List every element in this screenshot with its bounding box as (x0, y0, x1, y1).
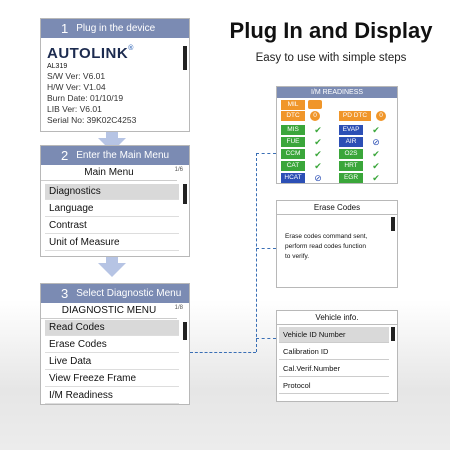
step3-panel: 3 Select Diagnostic Menu DIAGNOSTIC MENU… (40, 283, 190, 405)
step1-panel: 1 Plug in the device AUTOLINK® AL319 S/W… (40, 18, 190, 132)
check-icon: ✔ (314, 149, 322, 159)
step1-header: 1 Plug in the device (41, 19, 189, 38)
step2-scrollbar[interactable] (183, 184, 187, 204)
menu-item-live-data[interactable]: Live Data (45, 354, 179, 370)
monitor-mis: MIS (281, 125, 305, 135)
erase-message-line: Erase codes command sent, (285, 233, 368, 240)
vehicle-item-protocol[interactable]: Protocol (279, 378, 389, 394)
info-line: LIB Ver: V6.01 (47, 104, 102, 114)
monitor-air: AIR (339, 137, 363, 147)
monitor-evap: EVAP (339, 125, 363, 135)
menu-item-erase-codes[interactable]: Erase Codes (45, 337, 179, 353)
model-label: AL319 (47, 63, 68, 70)
step2-header: 2 Enter the Main Menu (41, 146, 189, 165)
check-icon: ✔ (372, 125, 380, 135)
vehicle-info-title: Vehicle info. (277, 311, 397, 325)
step2-number: 2 (61, 148, 69, 163)
im-readiness-panel: I/M READINESS MIL DTC 0 PD DTC 0 MIS ✔ E… (276, 86, 398, 184)
step2-panel: 2 Enter the Main Menu Main Menu 1/6 Diag… (40, 145, 190, 257)
connector-line (256, 248, 276, 249)
brand-logo: AUTOLINK® (47, 45, 134, 62)
check-icon: ✔ (372, 161, 380, 171)
step2-label: Enter the Main Menu (76, 150, 170, 161)
device-info: S/W Ver: V6.01 H/W Ver: V1.04 Burn Date:… (47, 71, 136, 126)
page-subline: Easy to use with simple steps (255, 52, 407, 64)
step3-header: 3 Select Diagnostic Menu (41, 284, 189, 303)
dtc-count: 0 (310, 111, 320, 121)
erase-message-line: perform read codes function (285, 243, 366, 250)
mil-label: MIL (281, 100, 305, 110)
pd-dtc-count: 0 (376, 111, 386, 121)
engine-icon (308, 100, 322, 109)
monitor-hcat: HCAT (281, 173, 305, 183)
step1-scrollbar[interactable] (183, 46, 187, 70)
info-line: Burn Date: 01/10/19 (47, 93, 124, 103)
monitor-ccm: CCM (281, 149, 305, 159)
pd-dtc-label: PD DTC (339, 111, 371, 121)
na-icon: ⊘ (372, 137, 380, 147)
step3-label: Select Diagnostic Menu (76, 288, 182, 299)
connector-line (256, 153, 257, 352)
erase-scrollbar[interactable] (391, 217, 395, 231)
erase-codes-title: Erase Codes (277, 201, 397, 215)
menu-item-im-readiness[interactable]: I/M Readiness (45, 388, 179, 404)
monitor-egr: EGR (339, 173, 363, 183)
down-arrow (98, 263, 126, 277)
page-indicator: 1/8 (174, 305, 183, 311)
connector-line (190, 352, 256, 353)
check-icon: ✔ (314, 125, 322, 135)
page-headline: Plug In and Display (229, 18, 433, 43)
connector-line (256, 338, 276, 339)
erase-codes-panel: Erase Codes Erase codes command sent, pe… (276, 200, 398, 288)
menu-item-diagnostics[interactable]: Diagnostics (45, 184, 179, 200)
info-line: S/W Ver: V6.01 (47, 71, 106, 81)
diagnostic-menu-title: DIAGNOSTIC MENU (41, 303, 177, 319)
check-icon: ✔ (314, 161, 322, 171)
im-readiness-title: I/M READINESS (277, 87, 397, 98)
check-icon: ✔ (314, 137, 322, 147)
step3-scrollbar[interactable] (183, 322, 187, 340)
check-icon: ✔ (372, 149, 380, 159)
step1-number: 1 (61, 21, 69, 36)
page-indicator: 1/6 (174, 167, 183, 173)
info-line: H/W Ver: V1.04 (47, 82, 106, 92)
menu-item-view-freeze-frame[interactable]: View Freeze Frame (45, 371, 179, 387)
connector-line (256, 153, 276, 154)
vehicle-scrollbar[interactable] (391, 327, 395, 341)
menu-item-contrast[interactable]: Contrast (45, 218, 179, 234)
vehicle-item-vin[interactable]: Vehicle ID Number (279, 327, 389, 343)
vehicle-info-panel: Vehicle info. Vehicle ID Number Calibrat… (276, 310, 398, 402)
info-line: Serial No: 39K02C4253 (47, 115, 137, 125)
vehicle-item-cal-verif-number[interactable]: Cal.Verif.Number (279, 361, 389, 377)
monitor-fue: FUE (281, 137, 305, 147)
monitor-hrt: HRT (339, 161, 363, 171)
step3-number: 3 (61, 286, 69, 301)
na-icon: ⊘ (314, 173, 322, 183)
menu-item-unit-of-measure[interactable]: Unit of Measure (45, 235, 179, 251)
main-menu-title: Main Menu (41, 165, 177, 181)
erase-message-line: to verify. (285, 253, 310, 260)
step1-label: Plug in the device (76, 23, 156, 34)
menu-item-read-codes[interactable]: Read Codes (45, 320, 179, 336)
monitor-cat: CAT (281, 161, 305, 171)
dtc-label: DTC (281, 111, 305, 121)
menu-item-language[interactable]: Language (45, 201, 179, 217)
vehicle-item-calibration-id[interactable]: Calibration ID (279, 344, 389, 360)
check-icon: ✔ (372, 173, 380, 183)
monitor-o2s: O2S (339, 149, 363, 159)
